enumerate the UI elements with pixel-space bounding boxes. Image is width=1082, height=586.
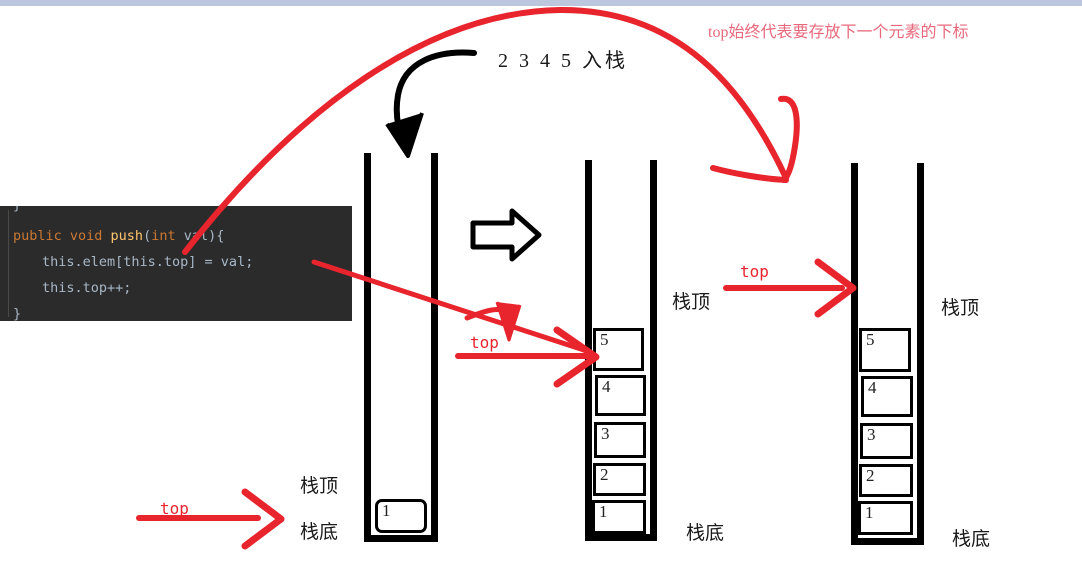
after-push-stack: 5 4 3 2 1 [585,160,657,541]
stack-cell: 2 [593,463,646,496]
code-fn-push: push [110,228,144,244]
push-sequence-label: 2 3 4 5 入栈 [498,50,628,72]
top-arrow-right-head [814,258,857,318]
red-arc-arrowhead-hook [778,95,800,183]
code-gutter-line [8,210,9,317]
stack-wall-right [650,160,657,541]
code-line-2: this.elem[this.top] = val; [42,254,254,270]
code-keyword-int: int [151,228,176,244]
stack-wall-left [364,153,371,542]
stack-wall-left [851,163,858,545]
stack2-bottom-label: 栈底 [686,523,725,544]
stack-cell: 1 [858,501,913,535]
black-curved-arrow [393,49,477,153]
stack1-top-label: 栈顶 [300,476,339,497]
stack-walls [364,153,438,542]
initial-stack: 1 [364,153,438,542]
stack-cell: 3 [594,422,646,458]
stack-cell: 1 [375,499,427,533]
code-keyword-public-void: public void [13,228,111,244]
stack-cell: 4 [595,375,646,416]
code-line-4: } [13,306,22,321]
stack-cell: 4 [861,376,913,417]
stack2-top-label: 栈顶 [672,292,711,313]
stack-cell: 2 [859,464,913,497]
stack3-top-label: 栈顶 [941,298,980,319]
stack-cell: 1 [592,500,646,534]
top-pointer-label-right: top [740,262,769,281]
final-stack: 5 4 3 2 1 [851,163,924,545]
stack-wall-left [585,160,592,541]
stack-wall-bottom [585,534,657,541]
top-pointer-label-left: top [160,499,189,518]
code-to-stack-pointer-line [311,259,593,355]
code-param-val: val){ [175,228,225,244]
stack-wall-bottom [364,535,438,542]
top-arrow-left-head [241,488,285,550]
stack-cell: 5 [593,328,644,371]
top-pointer-label-middle: top [470,333,499,352]
stack-cell: 5 [859,328,911,372]
code-paren-open: ( [143,228,152,244]
code-line-0: } [13,206,21,218]
black-curved-arrow-head [385,112,424,158]
stack-cell: 3 [860,423,913,459]
code-line-1: public void push(int val){ [13,224,224,249]
stack-wall-right [431,153,438,542]
code-block: } public void push(int val){ this.elem[t… [0,206,352,321]
top-window-strip [0,0,1082,6]
red-note-text: top始终代表要存放下一个元素的下标 [708,24,969,41]
red-bent-arrow-middle-head [495,301,522,342]
hollow-right-arrow-icon [470,208,542,262]
stack1-bottom-label: 栈底 [300,522,339,543]
red-bent-arrow-middle [464,307,514,338]
red-arc-arrowhead-tail [710,165,789,183]
stack3-bottom-label: 栈底 [952,529,991,550]
diagram-canvas: } public void push(int val){ this.elem[t… [0,0,1082,586]
stack-wall-bottom [851,538,924,545]
code-line-3: this.top++; [42,280,132,296]
stack-wall-right [917,163,924,545]
